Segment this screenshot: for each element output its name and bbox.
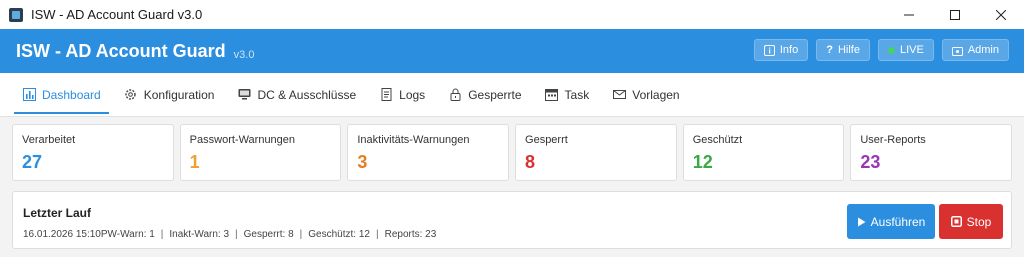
stat-label: Passwort-Warnungen bbox=[189, 134, 296, 146]
play-icon bbox=[857, 217, 866, 226]
tab-vorlagen[interactable]: Vorlagen bbox=[604, 73, 687, 117]
server-icon bbox=[237, 88, 251, 102]
stat-value: 3 bbox=[357, 152, 368, 172]
tab-label: Konfiguration bbox=[143, 87, 215, 102]
separator: | bbox=[235, 229, 238, 240]
stat-card-inaktivitaets-warnungen: Inaktivitäts-Warnungen 3 bbox=[347, 124, 510, 181]
help-icon: ? bbox=[826, 44, 833, 56]
gear-icon bbox=[124, 88, 138, 102]
tab-label: Gesperrte bbox=[468, 87, 522, 102]
info-icon bbox=[763, 44, 775, 56]
stat-value: 27 bbox=[22, 152, 43, 172]
live-button-label: LIVE bbox=[899, 44, 924, 56]
maximize-button[interactable] bbox=[932, 0, 978, 29]
maximize-icon bbox=[950, 9, 960, 20]
window-titlebar: ISW - AD Account Guard v3.0 bbox=[0, 0, 1024, 29]
stat-value: 8 bbox=[525, 152, 536, 172]
tab-dc-ausschluesse[interactable]: DC & Ausschlüsse bbox=[229, 73, 364, 117]
stat-label: Geschützt bbox=[692, 134, 743, 146]
mail-icon bbox=[612, 88, 626, 102]
tab-dashboard[interactable]: Dashboard bbox=[14, 73, 109, 117]
minimize-button[interactable] bbox=[886, 0, 932, 29]
close-icon bbox=[996, 9, 1006, 20]
last-run-item: Reports: 23 bbox=[384, 229, 437, 240]
last-run-panel: Letzter Lauf 16.01.2026 15:10PW-Warn: 1 |… bbox=[12, 191, 1012, 249]
separator: | bbox=[160, 229, 164, 240]
stat-card-verarbeitet: Verarbeitet 27 bbox=[12, 124, 174, 181]
tab-logs[interactable]: Logs bbox=[371, 73, 433, 117]
stat-label: User-Reports bbox=[860, 134, 926, 146]
chart-icon bbox=[22, 88, 36, 102]
info-button-label: Info bbox=[779, 44, 799, 56]
stat-card-gesperrt: Gesperrt 8 bbox=[515, 124, 677, 181]
window-title: ISW - AD Account Guard v3.0 bbox=[31, 7, 203, 22]
app-brand: ISW - AD Account Guard bbox=[16, 40, 226, 61]
app-version: v3.0 bbox=[233, 49, 255, 61]
stat-label: Verarbeitet bbox=[22, 134, 76, 146]
tab-label: DC & Ausschlüsse bbox=[257, 87, 357, 102]
admin-button[interactable]: Admin bbox=[941, 39, 1009, 61]
lock-icon bbox=[448, 88, 462, 102]
tab-konfiguration[interactable]: Konfiguration bbox=[116, 73, 223, 117]
calendar-icon bbox=[545, 88, 559, 102]
live-dot-icon bbox=[887, 46, 895, 54]
tab-label: Dashboard bbox=[42, 87, 101, 102]
stat-cards: Verarbeitet 27 Passwort-Warnungen 1 Inak… bbox=[12, 124, 1013, 181]
stat-card-geschuetzt: Geschützt 12 bbox=[682, 124, 845, 181]
execute-button[interactable]: Ausführen bbox=[847, 204, 935, 239]
stat-value: 23 bbox=[860, 152, 881, 172]
window-controls bbox=[886, 0, 1024, 29]
app-header: ISW - AD Account Guard v3.0 Info ? Hilfe… bbox=[0, 29, 1024, 73]
minimize-icon bbox=[904, 14, 914, 15]
stat-card-passwort-warnungen: Passwort-Warnungen 1 bbox=[179, 124, 342, 181]
last-run-item: Gesperrt: 8 bbox=[243, 229, 294, 240]
stat-label: Gesperrt bbox=[525, 134, 568, 146]
app-icon bbox=[9, 7, 23, 22]
tab-label: Vorlagen bbox=[632, 87, 680, 102]
admin-button-label: Admin bbox=[967, 44, 999, 56]
help-button-label: Hilfe bbox=[837, 44, 860, 56]
stat-label: Inaktivitäts-Warnungen bbox=[357, 134, 470, 146]
stat-value: 1 bbox=[189, 152, 200, 172]
info-button[interactable]: Info bbox=[753, 39, 809, 61]
stop-button-label: Stop bbox=[966, 214, 992, 229]
close-button[interactable] bbox=[978, 0, 1024, 29]
last-run-item: Geschützt: 12 bbox=[308, 229, 370, 240]
stop-icon bbox=[950, 216, 962, 227]
stop-button[interactable]: Stop bbox=[939, 204, 1003, 239]
last-run-item: PW-Warn: 1 bbox=[100, 229, 155, 240]
stat-card-user-reports: User-Reports 23 bbox=[850, 124, 1013, 181]
live-button[interactable]: LIVE bbox=[877, 39, 934, 61]
last-run-info: 16.01.2026 15:10PW-Warn: 1 | Inakt-Warn: 3… bbox=[23, 229, 436, 240]
tab-task[interactable]: Task bbox=[537, 73, 598, 117]
document-icon bbox=[379, 88, 393, 102]
help-button[interactable]: ? Hilfe bbox=[816, 39, 870, 61]
last-run-title: Letzter Lauf bbox=[23, 206, 92, 220]
tab-label: Task bbox=[564, 87, 590, 102]
tab-bar: Dashboard Konfiguration DC & Ausschlüsse… bbox=[0, 73, 1024, 117]
separator: | bbox=[299, 229, 303, 240]
separator: | bbox=[375, 229, 379, 240]
header-buttons: Info ? Hilfe LIVE Admin bbox=[753, 39, 1009, 61]
stat-value: 12 bbox=[692, 152, 713, 172]
execute-button-label: Ausführen bbox=[870, 214, 926, 229]
tab-gesperrte[interactable]: Gesperrte bbox=[440, 73, 529, 117]
last-run-item: Inakt-Warn: 3 bbox=[169, 229, 230, 240]
tab-label: Logs bbox=[399, 87, 426, 102]
admin-icon bbox=[951, 45, 963, 56]
last-run-timestamp: 16.01.2026 15:10 bbox=[23, 229, 101, 240]
